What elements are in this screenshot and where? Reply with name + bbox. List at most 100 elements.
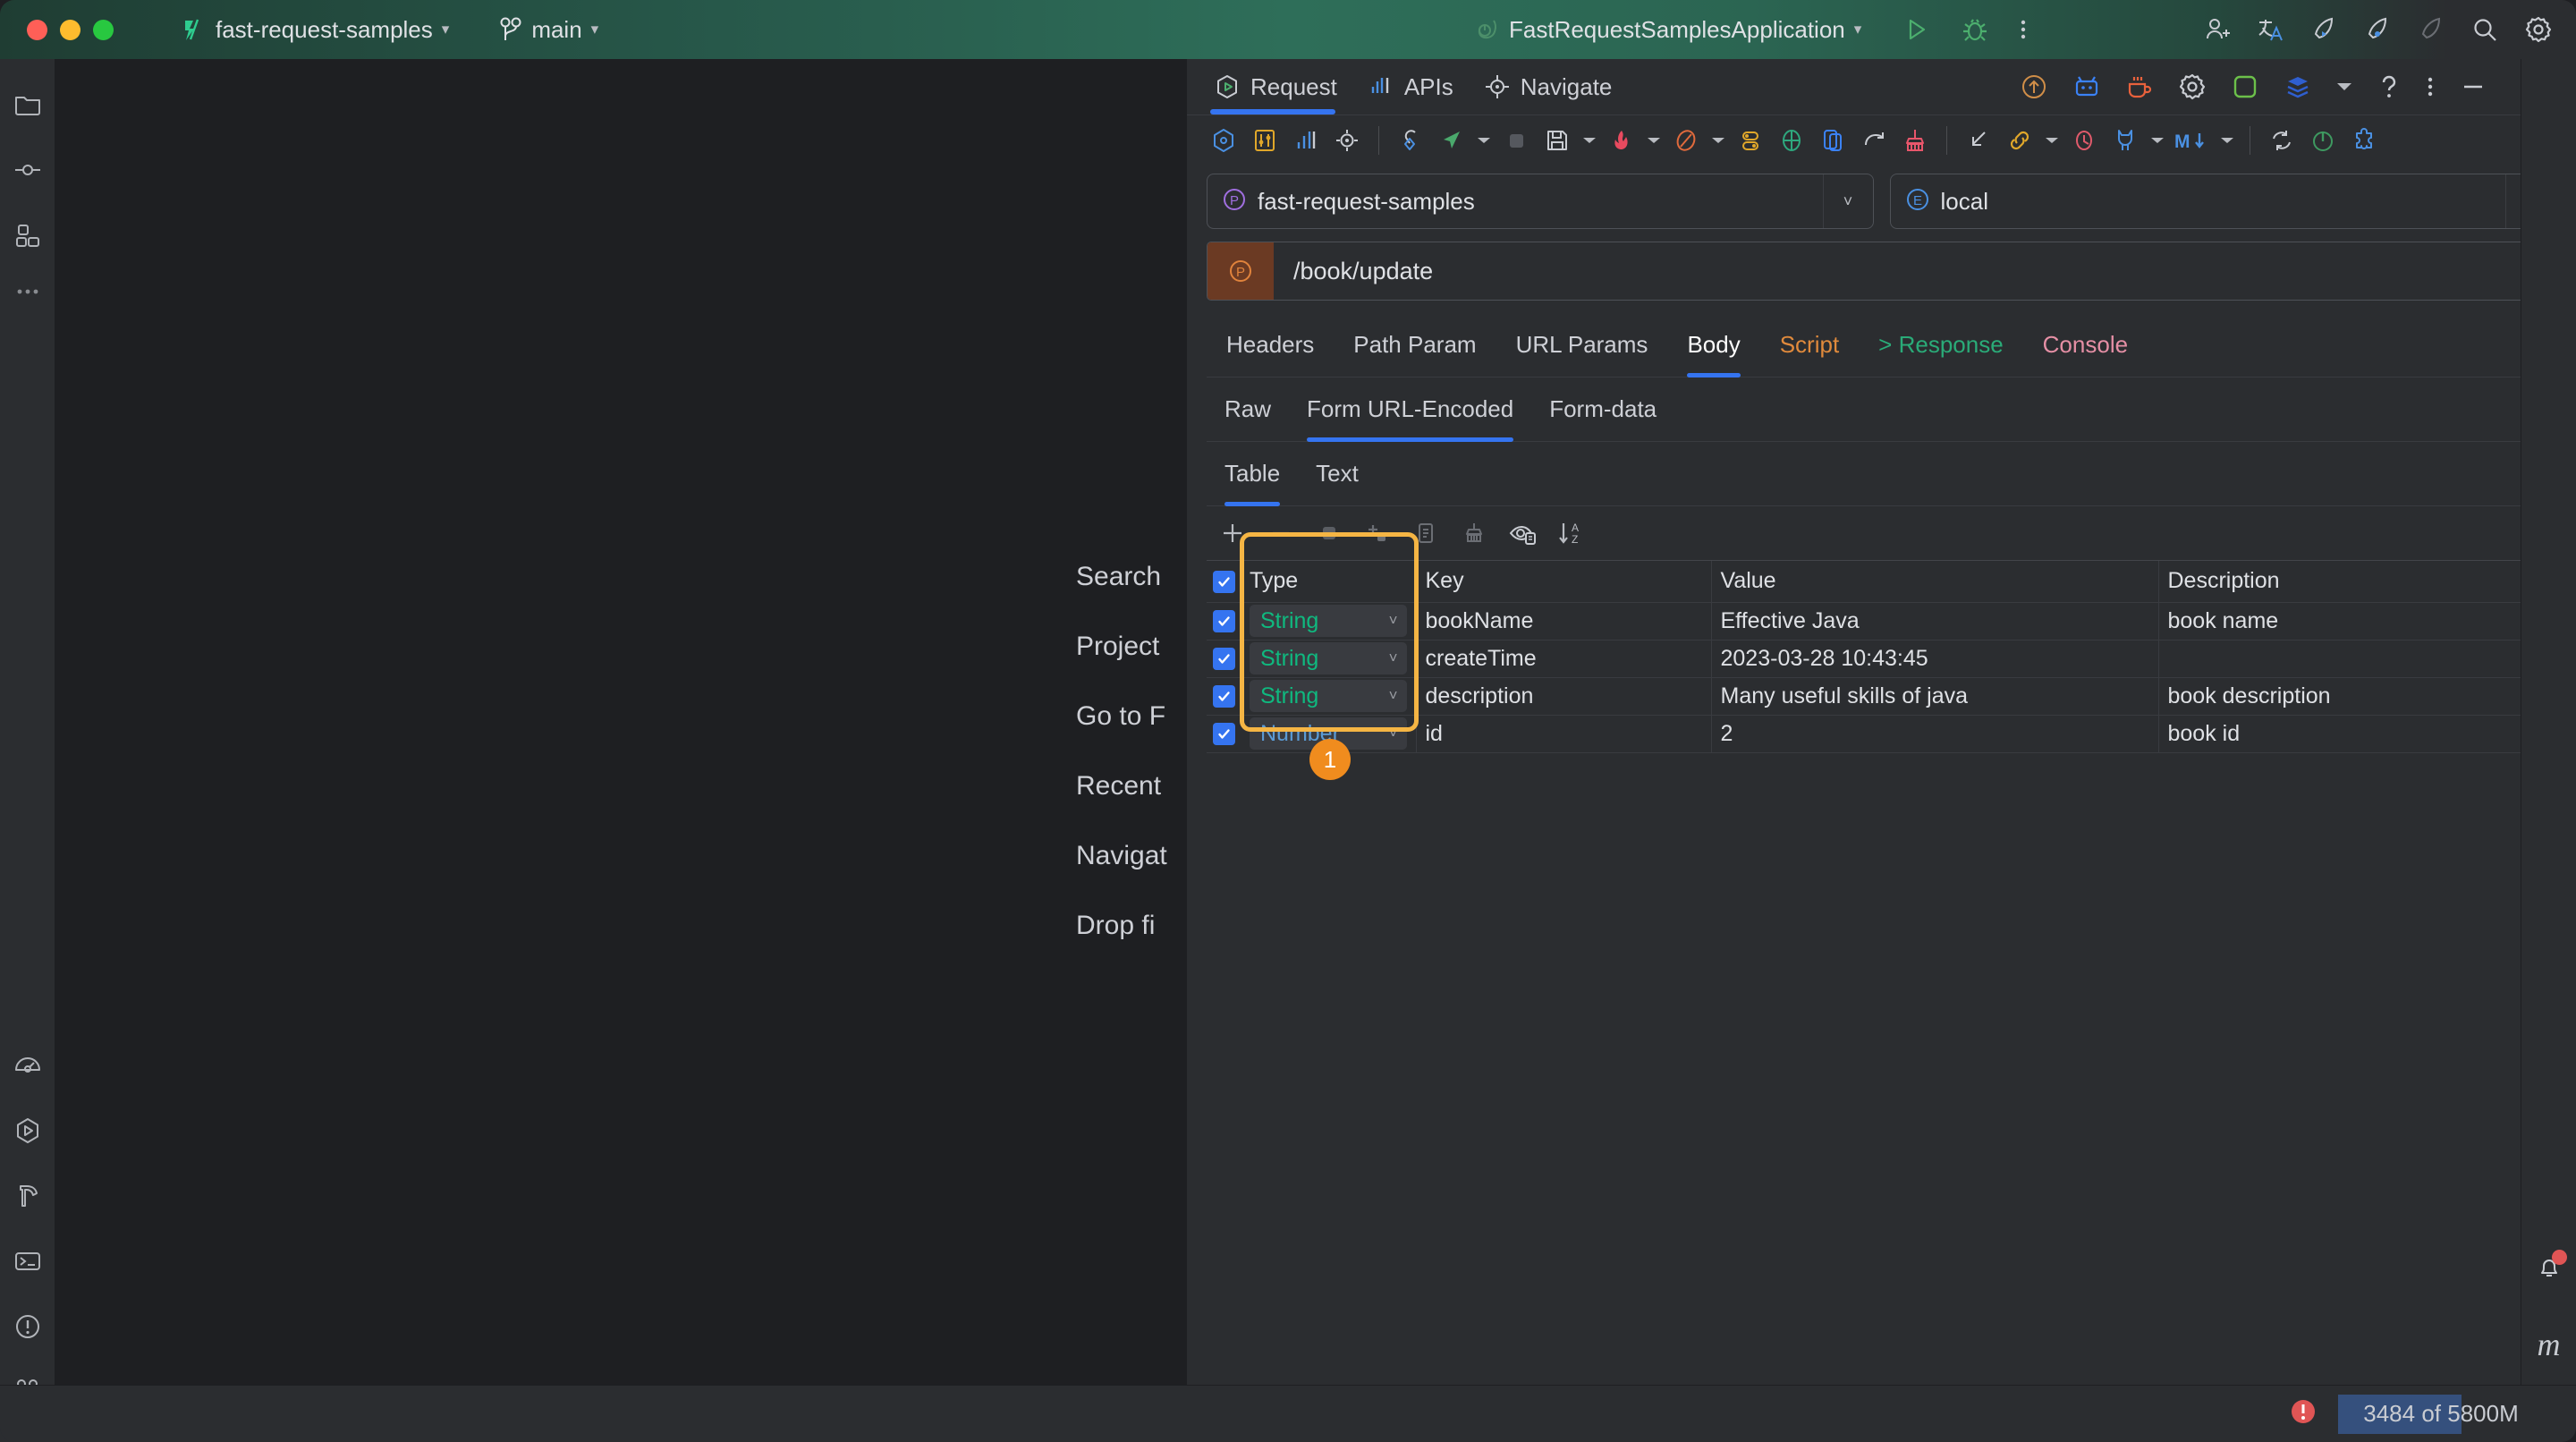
checkbox-checked-icon[interactable] [1213, 610, 1235, 632]
tab-raw[interactable]: Raw [1207, 377, 1289, 441]
sidebar-item-more-tool-windows[interactable] [13, 285, 43, 301]
cell-description[interactable]: book description [2158, 677, 2556, 715]
maven-tool-button[interactable]: m [2538, 1326, 2561, 1363]
tab-form-url-encoded[interactable]: Form URL-Encoded [1289, 377, 1531, 441]
tab-response[interactable]: > Response [1859, 312, 2022, 377]
cell-value[interactable]: Effective Java [1711, 602, 2158, 640]
settings-gear-icon[interactable] [2524, 15, 2553, 44]
select-all-cell[interactable] [1207, 561, 1241, 602]
search-shape-icon[interactable] [1390, 120, 1431, 161]
preview-eye-icon[interactable] [1504, 514, 1541, 552]
chevron-down-icon[interactable] [2216, 120, 2239, 161]
tab-console[interactable]: Console [2023, 312, 2148, 377]
sidebar-item-structure[interactable] [13, 220, 43, 255]
chevron-down-icon[interactable] [2146, 120, 2169, 161]
branch-selector[interactable]: main ▾ [499, 16, 598, 44]
type-dropdown[interactable]: String ˅ [1250, 605, 1407, 637]
clock-icon[interactable] [2063, 120, 2105, 161]
cell-value[interactable]: 2023-03-28 10:43:45 [1711, 640, 2158, 677]
github-cat-icon[interactable] [2105, 120, 2146, 161]
error-circle-icon[interactable] [2288, 1396, 2318, 1431]
collapse-icon[interactable] [1958, 120, 1999, 161]
notifications-button[interactable] [2534, 1251, 2564, 1286]
chevron-down-icon[interactable] [2336, 81, 2352, 92]
chevron-down-icon[interactable] [1707, 120, 1730, 161]
run-icon[interactable] [1901, 14, 1931, 45]
chevron-down-icon[interactable]: ˅ [1823, 174, 1873, 228]
column-header-key[interactable]: Key [1416, 561, 1711, 602]
more-vertical-icon[interactable] [2019, 14, 2028, 45]
help-question-icon[interactable] [2377, 72, 2402, 101]
cell-key[interactable]: createTime [1416, 640, 1711, 677]
chevron-down-icon[interactable] [1578, 120, 1601, 161]
cell-key[interactable]: id [1416, 715, 1711, 752]
layers-icon[interactable] [2284, 72, 2312, 101]
cell-value[interactable]: 2 [1711, 715, 2158, 752]
sync-icon[interactable] [2261, 120, 2302, 161]
tv-icon[interactable] [2072, 72, 2101, 101]
markdown-icon[interactable]: M [2169, 120, 2216, 161]
row-checkbox-cell[interactable] [1207, 602, 1241, 640]
checkbox-checked-icon[interactable] [1213, 571, 1235, 593]
rocket-run-icon[interactable] [2309, 15, 2338, 44]
type-dropdown[interactable]: String ˅ [1250, 680, 1407, 712]
add-row-icon[interactable] [1214, 514, 1251, 552]
flame-icon[interactable] [1601, 120, 1642, 161]
tab-body[interactable]: Body [1667, 312, 1759, 377]
search-icon[interactable] [2470, 15, 2499, 44]
sort-az-icon[interactable]: AZ [1552, 514, 1589, 552]
column-header-type[interactable]: Type [1241, 561, 1416, 602]
chevron-down-icon[interactable]: ▾ [1854, 21, 1862, 38]
link-icon[interactable] [1999, 120, 2040, 161]
tab-text[interactable]: Text [1298, 441, 1377, 505]
column-header-description[interactable]: Description [2158, 561, 2556, 602]
tab-url-params[interactable]: URL Params [1496, 312, 1668, 377]
cell-type[interactable]: String ˅ [1241, 602, 1416, 640]
sidebar-item-commit[interactable] [13, 155, 43, 190]
toggles-icon[interactable] [1730, 120, 1771, 161]
checkbox-checked-icon[interactable] [1213, 648, 1235, 670]
sidebar-item-problems[interactable] [13, 1311, 43, 1346]
tab-navigate[interactable]: Navigate [1480, 59, 1616, 115]
cell-key[interactable]: bookName [1416, 602, 1711, 640]
save-icon[interactable] [1537, 120, 1578, 161]
chevron-down-icon[interactable] [2040, 120, 2063, 161]
minimize-window-button[interactable] [60, 20, 80, 40]
maximize-icon[interactable] [2231, 72, 2259, 101]
cell-description[interactable]: book name [2158, 602, 2556, 640]
request-url-input[interactable]: /book/update [1293, 258, 1433, 285]
copy-icon[interactable] [1812, 120, 1853, 161]
puzzle-icon[interactable] [2343, 120, 2385, 161]
memory-indicator[interactable]: 3484 of 5800M [2338, 1395, 2544, 1434]
http-method-badge[interactable]: P [1208, 242, 1274, 300]
row-checkbox-cell[interactable] [1207, 715, 1241, 752]
cell-value[interactable]: Many useful skills of java [1711, 677, 2158, 715]
cell-description[interactable] [2158, 640, 2556, 677]
target-circle-icon[interactable] [1771, 120, 1812, 161]
request-url-box[interactable]: P /book/update [1207, 242, 2556, 301]
chevron-down-icon[interactable] [1642, 120, 1665, 161]
table-row[interactable]: Number ˅ id 2 book id [1207, 715, 2556, 752]
target-icon[interactable] [1326, 120, 1368, 161]
maximize-window-button[interactable] [93, 20, 114, 40]
tab-script[interactable]: Script [1760, 312, 1859, 377]
send-cursor-icon[interactable] [1431, 120, 1472, 161]
tab-form-data[interactable]: Form-data [1531, 377, 1674, 441]
row-checkbox-cell[interactable] [1207, 640, 1241, 677]
table-row[interactable]: String ˅ bookName Effective Java book na… [1207, 602, 2556, 640]
project-selector[interactable]: fast-request-samples ▾ [178, 15, 449, 44]
settings-gear-icon[interactable] [2178, 72, 2207, 101]
column-header-value[interactable]: Value [1711, 561, 2158, 602]
run-config-label[interactable]: FastRequestSamplesApplication [1509, 16, 1845, 44]
sidebar-item-build[interactable] [13, 1181, 43, 1216]
cell-type[interactable]: String ˅ [1241, 640, 1416, 677]
tab-request[interactable]: Request [1210, 59, 1341, 115]
translate-icon[interactable] [2256, 15, 2284, 44]
more-vertical-icon[interactable] [2426, 72, 2435, 101]
sidebar-item-profiler[interactable] [13, 1050, 43, 1085]
module-selector[interactable]: P fast-request-samples ˅ [1207, 174, 1874, 229]
chevron-down-icon[interactable] [1472, 120, 1496, 161]
cell-key[interactable]: description [1416, 677, 1711, 715]
sliders-icon[interactable] [1244, 120, 1285, 161]
tab-table[interactable]: Table [1207, 441, 1298, 505]
